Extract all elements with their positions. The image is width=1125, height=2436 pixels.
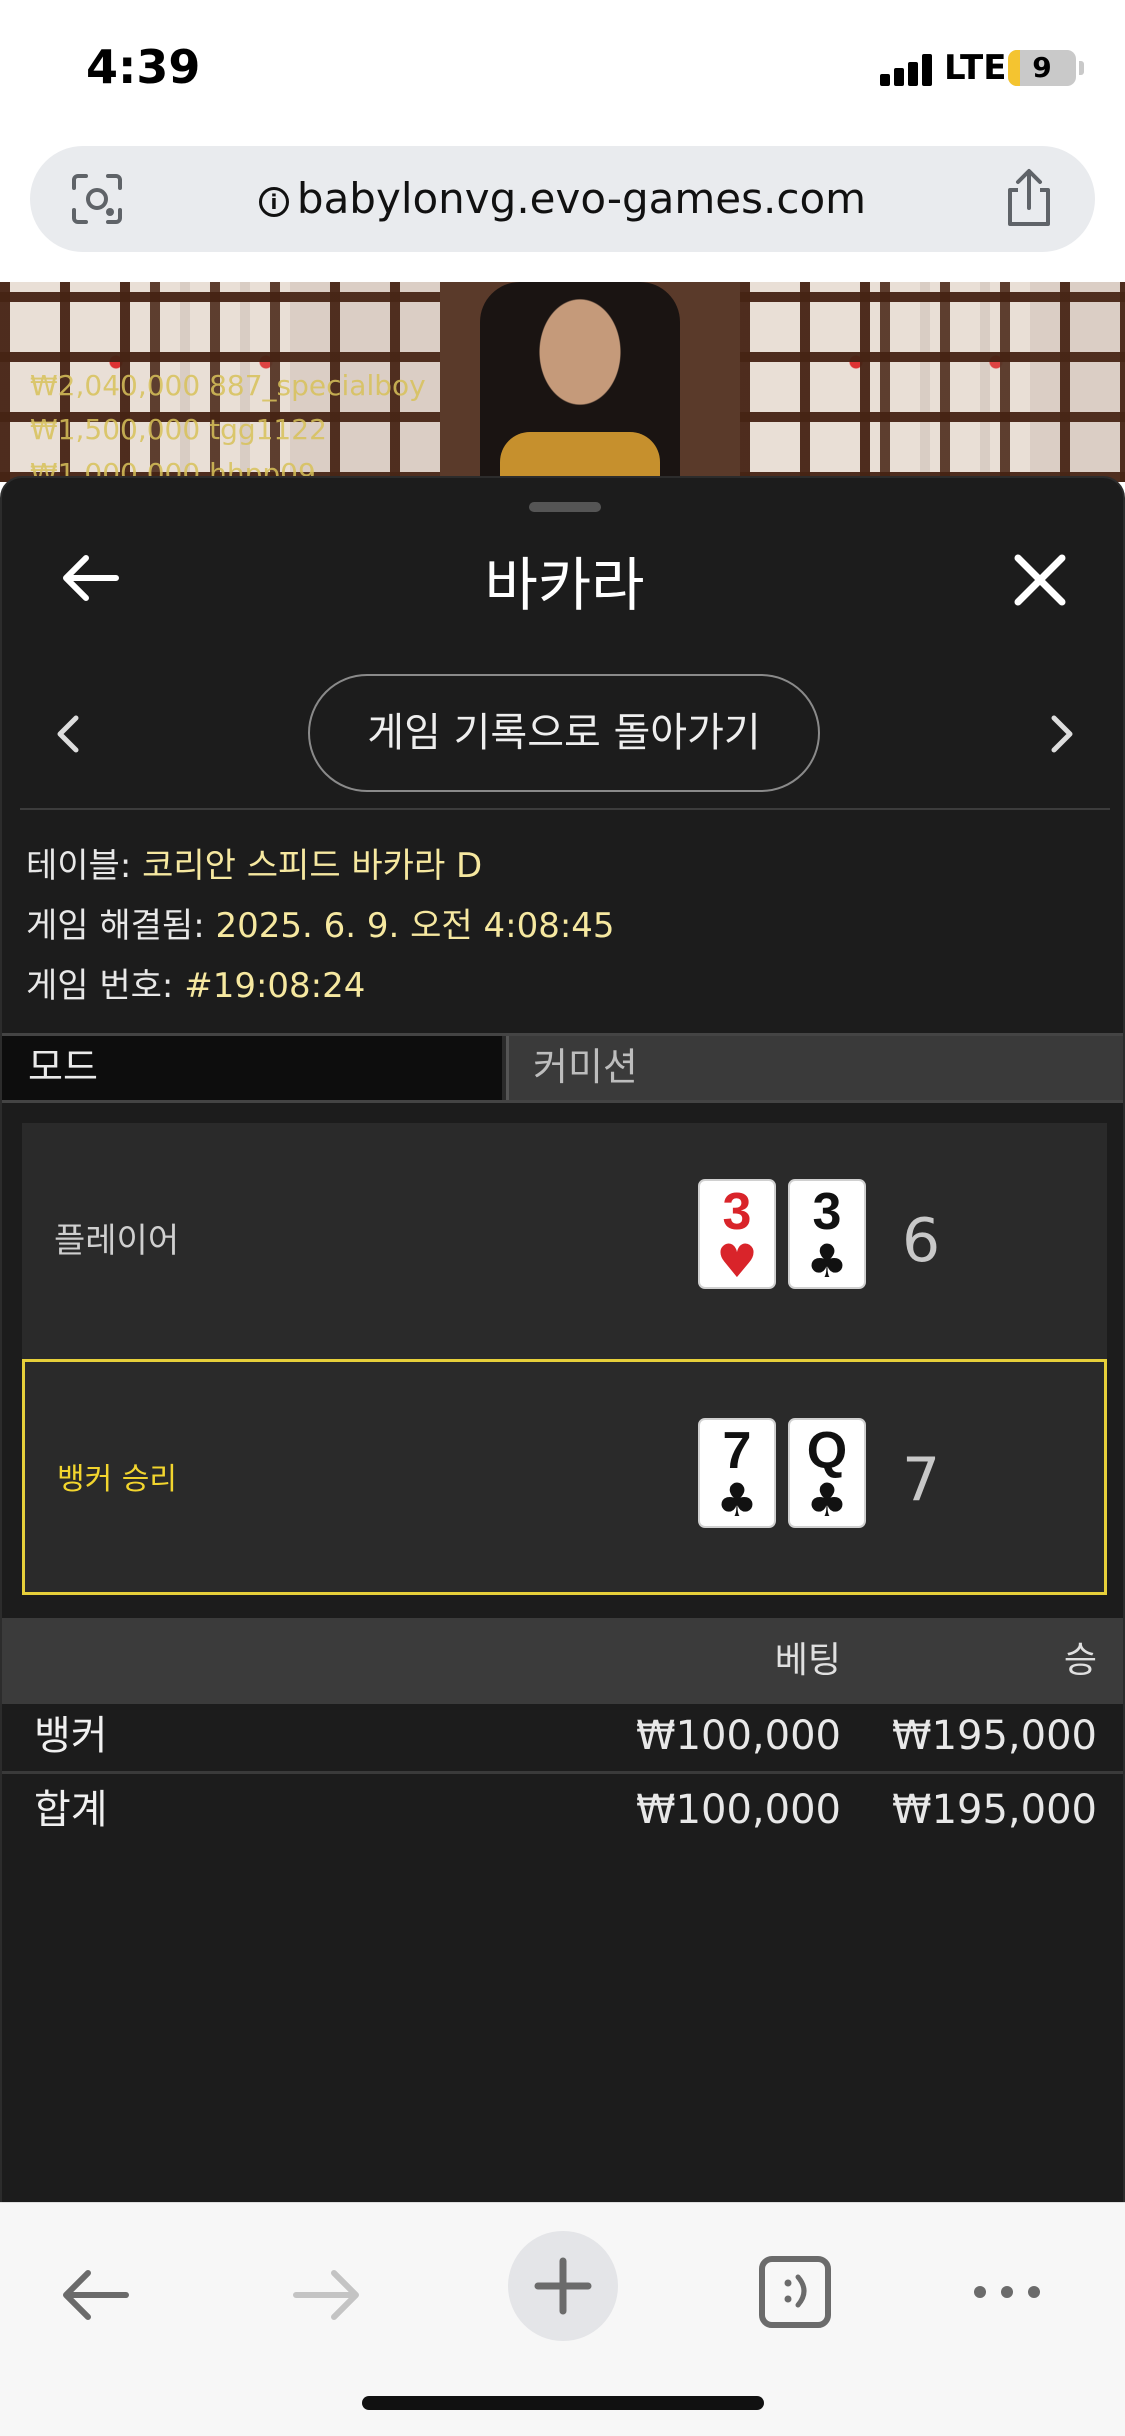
- card-suit: ♣: [806, 1473, 848, 1527]
- new-tab-button[interactable]: [508, 2231, 618, 2341]
- drag-handle[interactable]: [529, 502, 601, 512]
- battery-level: 9: [1032, 51, 1052, 84]
- video-bets-overlay: ₩2,040,000 887_specialboy ₩1,500,000 tgg…: [30, 364, 426, 482]
- game-number-value: #19:08:24: [184, 966, 366, 1006]
- card-rank: 3: [722, 1183, 752, 1241]
- mode-tabs: 모드 커미션: [2, 1033, 1123, 1103]
- url-value: babylonvg.evo-games.com: [296, 174, 867, 223]
- col-bet-header: 베팅: [774, 1640, 841, 1681]
- resolved-value: 2025. 6. 9. 오전 4:08:45: [215, 906, 615, 946]
- status-time: 4:39: [86, 40, 201, 94]
- table-info: 테이블: 코리안 스피드 바카라 D: [26, 838, 482, 887]
- bet-amount: ₩100,000: [636, 1787, 841, 1833]
- chevron-right-icon[interactable]: [1048, 712, 1078, 756]
- card-suit: ♣: [716, 1473, 758, 1527]
- resolved-info: 게임 해결됨: 2025. 6. 9. 오전 4:08:45: [26, 898, 615, 947]
- game-detail-panel: 바카라 게임 기록으로 돌아가기 테이블: 코리안 스피드 바카라 D 게임 해…: [0, 476, 1125, 2206]
- battery-icon: 9: [1008, 50, 1076, 86]
- nav-forward-icon[interactable]: [290, 2265, 364, 2325]
- video-bet-line: ₩2,040,000 887_specialboy: [30, 369, 426, 402]
- game-number-label: 게임 번호:: [26, 966, 174, 1006]
- game-number-info: 게임 번호: #19:08:24: [26, 958, 365, 1007]
- page: 4:39 LTE 9 i babylonvg.evo-games.com ₩2,…: [0, 0, 1125, 2436]
- banker-card: Q ♣: [788, 1418, 866, 1528]
- plus-icon: [534, 2257, 592, 2315]
- card-suit: ♣: [806, 1234, 848, 1288]
- more-icon[interactable]: [970, 2277, 1044, 2307]
- table-label: 테이블:: [26, 846, 132, 886]
- card-suit: ♥: [716, 1234, 758, 1288]
- status-bar: 4:39 LTE 9: [0, 0, 1125, 140]
- url-text[interactable]: i babylonvg.evo-games.com: [30, 146, 1095, 252]
- divider: [20, 808, 1110, 810]
- player-row: 플레이어 3 ♥ 3 ♣ 6: [22, 1123, 1107, 1359]
- bet-name: 뱅커: [34, 1713, 108, 1759]
- close-icon[interactable]: [1010, 550, 1070, 610]
- banker-score: 7: [902, 1445, 941, 1515]
- col-win-header: 승: [1063, 1640, 1097, 1681]
- player-card: 3 ♣: [788, 1179, 866, 1289]
- video-bet-line: ₩1,500,000 tgg1122: [30, 413, 327, 446]
- bet-amount: ₩100,000: [636, 1713, 841, 1759]
- panel-title: 바카라: [484, 551, 645, 619]
- tab-commission[interactable]: 커미션: [506, 1036, 1123, 1100]
- player-score: 6: [902, 1206, 941, 1276]
- back-to-history-button[interactable]: 게임 기록으로 돌아가기: [308, 674, 820, 792]
- resolved-label: 게임 해결됨:: [26, 906, 205, 946]
- tab-mode[interactable]: 모드: [2, 1036, 502, 1100]
- table-row-total: 합계 ₩100,000 ₩195,000: [2, 1774, 1123, 1846]
- signal-icon: [880, 54, 936, 86]
- table-row: 뱅커 ₩100,000 ₩195,000: [2, 1700, 1123, 1772]
- banker-label: 뱅커 승리: [57, 1462, 177, 1497]
- info-icon[interactable]: i: [258, 187, 289, 217]
- player-card: 3 ♥: [698, 1179, 776, 1289]
- player-label: 플레이어: [54, 1221, 180, 1261]
- bets-table-header: 베팅 승: [2, 1618, 1123, 1704]
- tabs-icon[interactable]: [758, 2255, 832, 2329]
- live-video: ₩2,040,000 887_specialboy ₩1,500,000 tgg…: [0, 282, 1125, 482]
- bet-name: 합계: [34, 1787, 108, 1833]
- address-bar[interactable]: i babylonvg.evo-games.com: [30, 146, 1095, 252]
- nav-back-icon[interactable]: [58, 2265, 132, 2325]
- network-type: LTE: [944, 48, 1007, 88]
- win-amount: ₩195,000: [892, 1713, 1097, 1759]
- card-rank: 7: [722, 1422, 752, 1480]
- home-indicator[interactable]: [362, 2396, 764, 2410]
- table-value: 코리안 스피드 바카라 D: [142, 846, 483, 886]
- win-amount: ₩195,000: [892, 1787, 1097, 1833]
- card-rank: Q: [806, 1422, 848, 1480]
- chevron-left-icon[interactable]: [52, 712, 82, 756]
- banker-card: 7 ♣: [698, 1418, 776, 1528]
- share-icon[interactable]: [994, 164, 1064, 234]
- banker-row: 뱅커 승리 7 ♣ Q ♣ 7: [22, 1359, 1107, 1595]
- dealer-image: [480, 282, 680, 482]
- card-rank: 3: [812, 1183, 842, 1241]
